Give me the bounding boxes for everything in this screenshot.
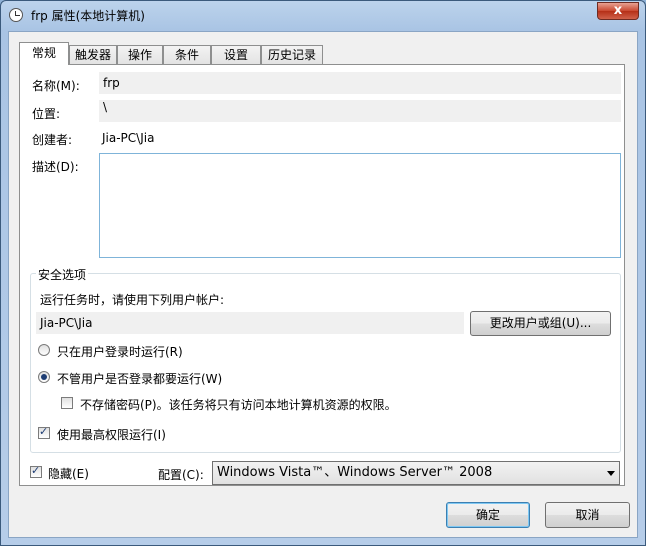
dropdown-arrow-icon [607, 471, 615, 476]
title-bar[interactable]: frp 属性(本地计算机) x [1, 1, 645, 29]
highest-privileges-checkbox[interactable] [38, 425, 50, 439]
name-field[interactable]: frp [99, 72, 621, 94]
description-label: 描述(D): [32, 160, 79, 174]
radio-run-logged-on[interactable] [38, 344, 50, 356]
cancel-button[interactable]: 取消 [545, 502, 630, 528]
general-tab-panel: 名称(M): frp 位置: \ 创建者: Jia-PC\Jia 描述(D): … [19, 64, 625, 486]
do-not-store-password-label[interactable]: 不存储密码(P)。该任务将只有访问本地计算机资源的权限。 [80, 396, 397, 413]
tab-general[interactable]: 常规 [19, 42, 69, 65]
close-button[interactable]: x [597, 2, 639, 20]
hidden-label[interactable]: 隐藏(E) [48, 465, 89, 482]
config-dropdown-value: Windows Vista™、Windows Server™ 2008 [217, 465, 493, 480]
tab-history[interactable]: 历史记录 [261, 45, 323, 64]
security-options-title: 安全选项 [36, 266, 89, 283]
highest-privileges-label[interactable]: 使用最高权限运行(I) [57, 426, 166, 443]
tab-triggers[interactable]: 触发器 [69, 45, 117, 64]
hidden-checkbox[interactable] [30, 464, 42, 478]
change-user-button[interactable]: 更改用户或组(U)... [470, 311, 611, 336]
user-account-field: Jia-PC\Jia [36, 312, 464, 334]
config-dropdown[interactable]: Windows Vista™、Windows Server™ 2008 [212, 461, 620, 485]
properties-window: frp 属性(本地计算机) x 常规 触发器 操作 条件 设置 历史记录 名称(… [0, 0, 646, 546]
name-label: 名称(M): [32, 79, 80, 93]
dialog-client: 常规 触发器 操作 条件 设置 历史记录 名称(M): frp 位置: \ 创建… [8, 31, 638, 538]
ok-button[interactable]: 确定 [446, 502, 530, 528]
tab-actions[interactable]: 操作 [117, 45, 163, 64]
config-label: 配置(C): [158, 468, 204, 482]
description-textarea[interactable] [99, 153, 621, 258]
run-as-label: 运行任务时，请使用下列用户帐户: [40, 293, 225, 307]
radio-run-logged-on-label[interactable]: 只在用户登录时运行(R) [57, 343, 183, 360]
radio-run-whether-logged-on[interactable] [38, 371, 50, 383]
location-label: 位置: [32, 107, 61, 121]
author-label: 创建者: [32, 133, 73, 147]
do-not-store-password-checkbox[interactable] [61, 397, 73, 409]
radio-run-whether-logged-on-label[interactable]: 不管用户是否登录都要运行(W) [57, 370, 222, 387]
clock-icon [9, 8, 23, 22]
tab-settings[interactable]: 设置 [211, 45, 261, 64]
author-value: Jia-PC\Jia [102, 131, 155, 145]
window-title: frp 属性(本地计算机) [31, 9, 145, 23]
tab-conditions[interactable]: 条件 [163, 45, 211, 64]
location-field: \ [99, 100, 621, 122]
